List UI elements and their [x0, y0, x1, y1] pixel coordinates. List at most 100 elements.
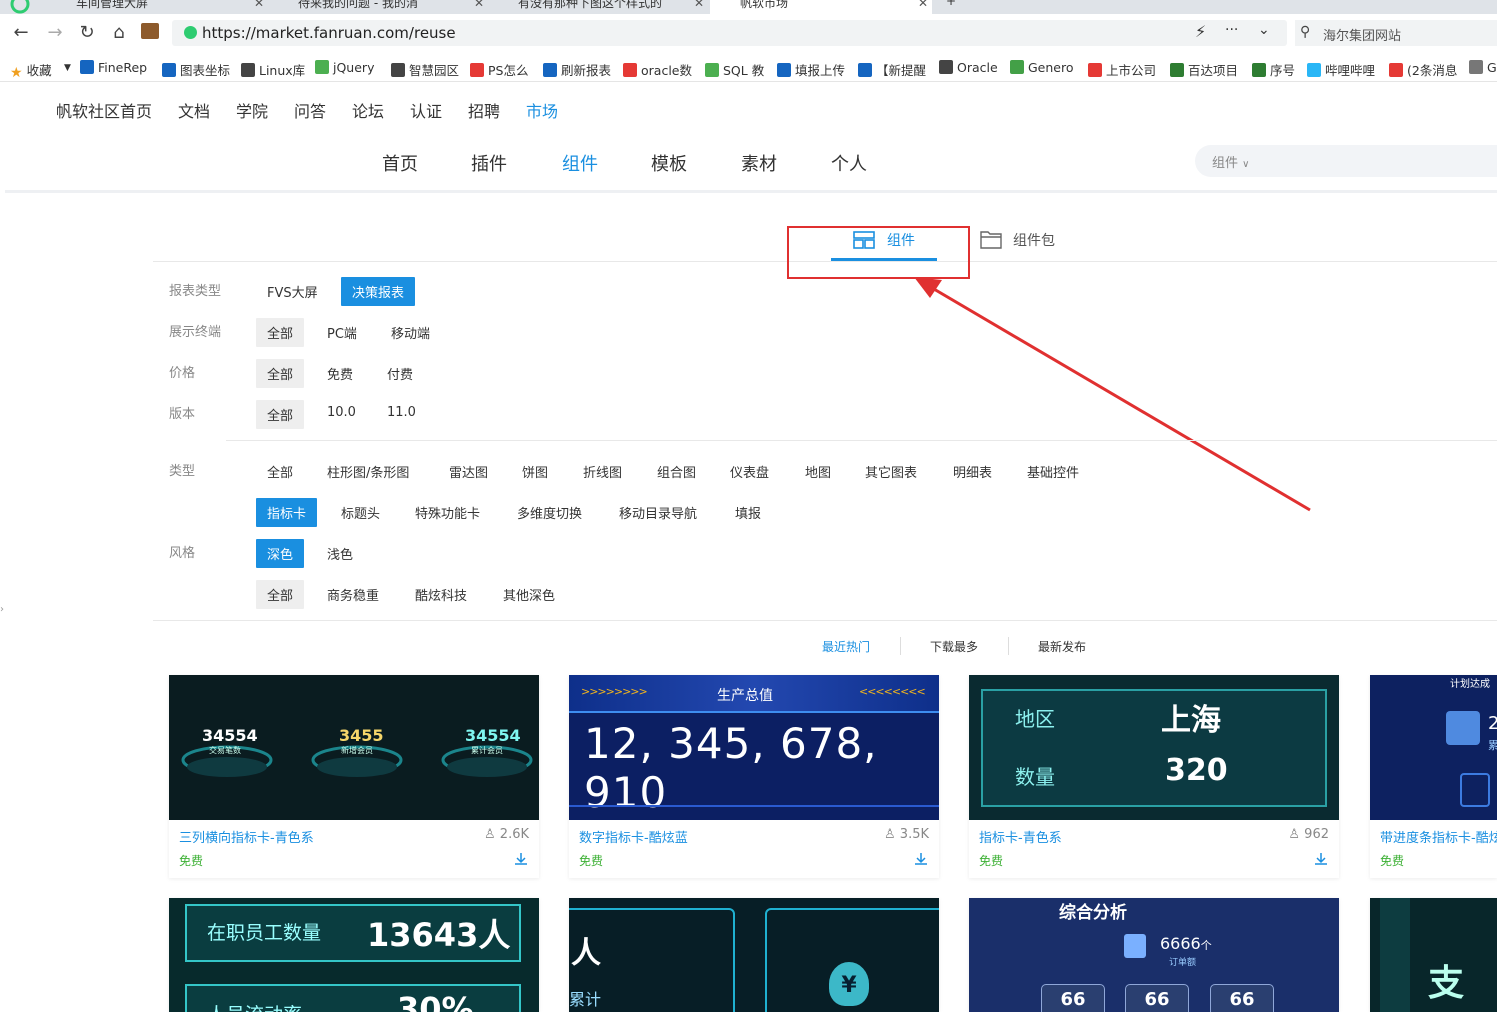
browser-tab-2[interactable]: 待来我的问题 - 我的消 ✕ [278, 0, 488, 14]
filter-option[interactable]: 地图 [794, 457, 842, 486]
filter-option[interactable]: 11.0 [376, 400, 427, 425]
card-thumbnail[interactable]: 在职员工数量 13643人 人员流动率 30% [169, 898, 539, 1012]
forward-icon[interactable]: → [44, 22, 66, 43]
bookmark-item[interactable]: ★ 收藏 [10, 60, 52, 81]
filter-option[interactable]: 全部 [256, 359, 305, 388]
filter-option[interactable]: 全部 [256, 400, 305, 429]
filter-option[interactable]: 折线图 [572, 457, 633, 486]
filter-option[interactable]: FVS大屏 [256, 277, 329, 306]
download-icon[interactable] [513, 851, 529, 867]
sub-nav-item[interactable]: 首页 [382, 150, 418, 176]
component-card[interactable]: 计划达成 2 累 带进度条指标卡-酷炫 免费 [1370, 675, 1497, 878]
filter-option[interactable]: PC端 [316, 318, 368, 347]
chevron-down-icon[interactable]: ▼ [64, 63, 71, 73]
filter-option[interactable]: 免费 [316, 359, 364, 388]
bookmark-item[interactable]: 哔哩哔哩 [1307, 60, 1375, 79]
browser-tab-3[interactable]: 有没有那种下图这个样式的 ✕ [498, 0, 708, 14]
filter-option[interactable]: 雷达图 [438, 457, 499, 486]
filter-option[interactable]: 移动端 [380, 318, 441, 347]
filter-option[interactable]: 组合图 [646, 457, 707, 486]
bookmark-item[interactable]: FineRep [80, 60, 147, 75]
filter-option[interactable]: 仪表盘 [719, 457, 780, 486]
top-nav-item[interactable]: 文档 [178, 98, 210, 122]
top-nav-item[interactable]: 招聘 [468, 98, 500, 122]
browser-tab-1[interactable]: 车间管理大屏 ✕ [58, 0, 268, 14]
card-title[interactable]: 指标卡-青色系 [979, 827, 1062, 846]
bookmark-item[interactable]: 百达项目 [1170, 60, 1238, 79]
top-nav-item[interactable]: 论坛 [352, 98, 384, 122]
top-nav-item[interactable]: 认证 [410, 98, 442, 122]
component-card[interactable]: 综合分析 6666个 订单额 66 66 66 [969, 898, 1339, 1012]
card-thumbnail[interactable]: >>>>>>>> <<<<<<<< 生产总值 12, 345, 678, 910 [569, 675, 939, 820]
bookmark-item[interactable]: SQL 教 [705, 60, 764, 79]
filter-option[interactable]: 特殊功能卡 [404, 498, 491, 527]
filter-option[interactable]: 其它图表 [854, 457, 928, 486]
close-icon[interactable]: ✕ [474, 0, 484, 10]
card-title[interactable]: 三列横向指标卡-青色系 [179, 827, 314, 846]
bookmark-item[interactable]: Genero [1010, 60, 1074, 75]
bookmark-item[interactable]: oracle数 [623, 60, 692, 79]
filter-option[interactable]: 商务稳重 [316, 580, 390, 609]
sub-nav-item[interactable]: 模板 [651, 150, 687, 176]
filter-option[interactable]: 决策报表 [341, 277, 416, 306]
bookmark-item[interactable]: 图表坐标 [162, 60, 230, 79]
bookmark-item[interactable]: (2条消息 [1389, 60, 1457, 79]
filter-option[interactable]: 全部 [256, 318, 305, 347]
filter-option[interactable]: 付费 [376, 359, 424, 388]
top-nav-item[interactable]: 问答 [294, 98, 326, 122]
bookmark-item[interactable]: 上市公司 [1088, 60, 1156, 79]
close-icon[interactable]: ✕ [918, 0, 928, 10]
top-nav-item[interactable]: 市场 [526, 98, 558, 122]
tab-packages[interactable]: 组件包 [1013, 230, 1055, 250]
filter-option[interactable]: 酷炫科技 [404, 580, 478, 609]
lightning-icon[interactable]: ⚡ [1195, 22, 1206, 41]
search-category[interactable]: 组件 ∨ [1212, 152, 1249, 171]
component-card[interactable]: >>>>>>>> <<<<<<<< 生产总值 12, 345, 678, 910… [569, 675, 939, 878]
bookmark-item[interactable]: Linux库 [241, 60, 305, 79]
new-tab-button[interactable]: + [946, 0, 966, 14]
bookmark-item[interactable]: 填报上传 [777, 60, 845, 79]
filter-option[interactable]: 多维度切换 [506, 498, 593, 527]
card-thumbnail[interactable]: 支 [1370, 898, 1497, 1012]
filter-option[interactable]: 移动目录导航 [608, 498, 708, 527]
filter-option[interactable]: 全部 [256, 580, 305, 609]
card-title[interactable]: 数字指标卡-酷炫蓝 [579, 827, 688, 846]
sort-downloads[interactable]: 下载最多 [930, 638, 978, 655]
close-icon[interactable]: ✕ [254, 0, 264, 10]
bookmark-item[interactable]: jQuery [315, 60, 374, 75]
filter-option[interactable]: 基础控件 [1016, 457, 1090, 486]
card-thumbnail[interactable]: 计划达成 2 累 [1370, 675, 1497, 820]
sort-hot[interactable]: 最近热门 [822, 638, 870, 655]
sub-nav-item[interactable]: 素材 [741, 150, 777, 176]
download-icon[interactable] [1313, 851, 1329, 867]
home-icon[interactable]: ⌂ [108, 22, 130, 43]
filter-option[interactable]: 其他深色 [492, 580, 566, 609]
filter-option[interactable]: 指标卡 [256, 498, 318, 527]
component-card[interactable]: 在职员工数量 13643人 人员流动率 30% [169, 898, 539, 1012]
filter-option[interactable]: 深色 [256, 539, 305, 568]
filter-option[interactable]: 标题头 [330, 498, 391, 527]
card-thumbnail[interactable]: 34554 交易笔数 3455 新增会员 34554 累计会员 [169, 675, 539, 820]
card-title[interactable]: 带进度条指标卡-酷炫 [1380, 827, 1497, 846]
bookmark-item[interactable]: 刷新报表 [543, 60, 611, 79]
close-icon[interactable]: ✕ [694, 0, 704, 10]
component-card[interactable]: 34554 交易笔数 3455 新增会员 34554 累计会员 三列横向指标卡-… [169, 675, 539, 878]
filter-option[interactable]: 饼图 [511, 457, 559, 486]
filter-option[interactable]: 填报 [724, 498, 772, 527]
sub-nav-item[interactable]: 插件 [471, 150, 507, 176]
reload-icon[interactable]: ↻ [76, 22, 98, 43]
more-icon[interactable]: ··· [1225, 22, 1238, 38]
filter-option[interactable]: 全部 [256, 457, 304, 486]
top-nav-item[interactable]: 学院 [236, 98, 268, 122]
card-thumbnail[interactable]: 人 累计 ¥ [569, 898, 939, 1012]
browser-tab-4[interactable]: 帆软市场 ✕ [710, 0, 932, 14]
component-card[interactable]: 人 累计 ¥ [569, 898, 939, 1012]
bookmark-item[interactable]: 序号 [1252, 60, 1295, 79]
filter-option[interactable]: 10.0 [316, 400, 367, 425]
bookmark-item[interactable]: 【新提醒 [858, 60, 926, 79]
bookmark-item[interactable]: 智慧园区 [391, 60, 459, 79]
component-card[interactable]: 地区 上海 数量 320 指标卡-青色系 ♙ 962 免费 [969, 675, 1339, 878]
filter-option[interactable]: 柱形图/条形图 [316, 457, 420, 486]
download-icon[interactable] [913, 851, 929, 867]
sort-newest[interactable]: 最新发布 [1038, 638, 1086, 655]
